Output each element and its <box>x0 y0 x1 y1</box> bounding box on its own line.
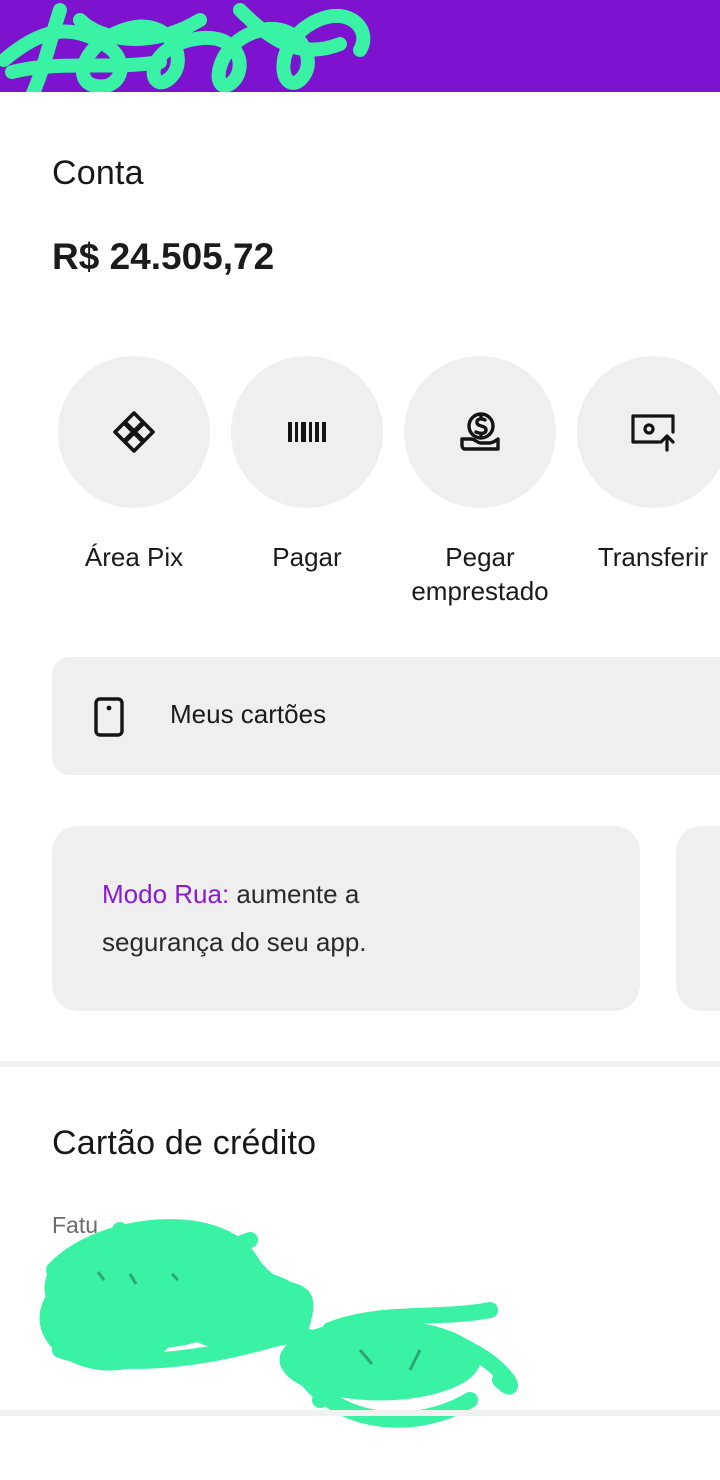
action-transferir[interactable]: Transferir <box>577 356 720 574</box>
action-label: Pegar emprestado <box>411 542 549 606</box>
action-pagar[interactable]: Pagar <box>231 356 383 574</box>
limit-label: disponí el de <box>292 1333 423 1359</box>
pix-icon <box>113 411 155 453</box>
redaction-scribble <box>0 3 371 92</box>
account-balance[interactable]: R$ 24.505,72 <box>52 236 274 278</box>
action-label: Transferir <box>597 542 709 572</box>
promo-highlight: Modo Rua: <box>102 879 230 909</box>
section-divider <box>0 1410 720 1416</box>
barcode-icon <box>288 422 326 442</box>
invoice-label: Fatu <box>52 1212 99 1238</box>
top-bar <box>0 0 720 92</box>
quick-actions: Área Pix Pagar Pegar emprestado Transfer… <box>0 356 720 616</box>
promo-card-next[interactable] <box>676 826 720 1011</box>
credit-card-title: Cartão de crédito <box>52 1124 317 1162</box>
promo-card-modo-rua[interactable]: Modo Rua: aumente a segurança do seu app… <box>52 826 640 1011</box>
action-area-pix[interactable]: Área Pix <box>58 356 210 574</box>
action-label: Área Pix <box>84 542 184 572</box>
loan-icon <box>460 412 500 451</box>
section-divider <box>0 1061 720 1067</box>
my-cards-button[interactable]: Meus cartões <box>52 657 720 775</box>
card-icon <box>94 697 124 737</box>
action-label: Pagar <box>272 542 342 572</box>
transfer-icon <box>631 414 675 452</box>
promo-text: Modo Rua: aumente a segurança do seu app… <box>102 870 442 966</box>
action-pegar-emprestado[interactable]: Pegar emprestado <box>404 356 556 608</box>
account-title: Conta <box>52 154 144 192</box>
my-cards-label: Meus cartões <box>170 699 327 729</box>
